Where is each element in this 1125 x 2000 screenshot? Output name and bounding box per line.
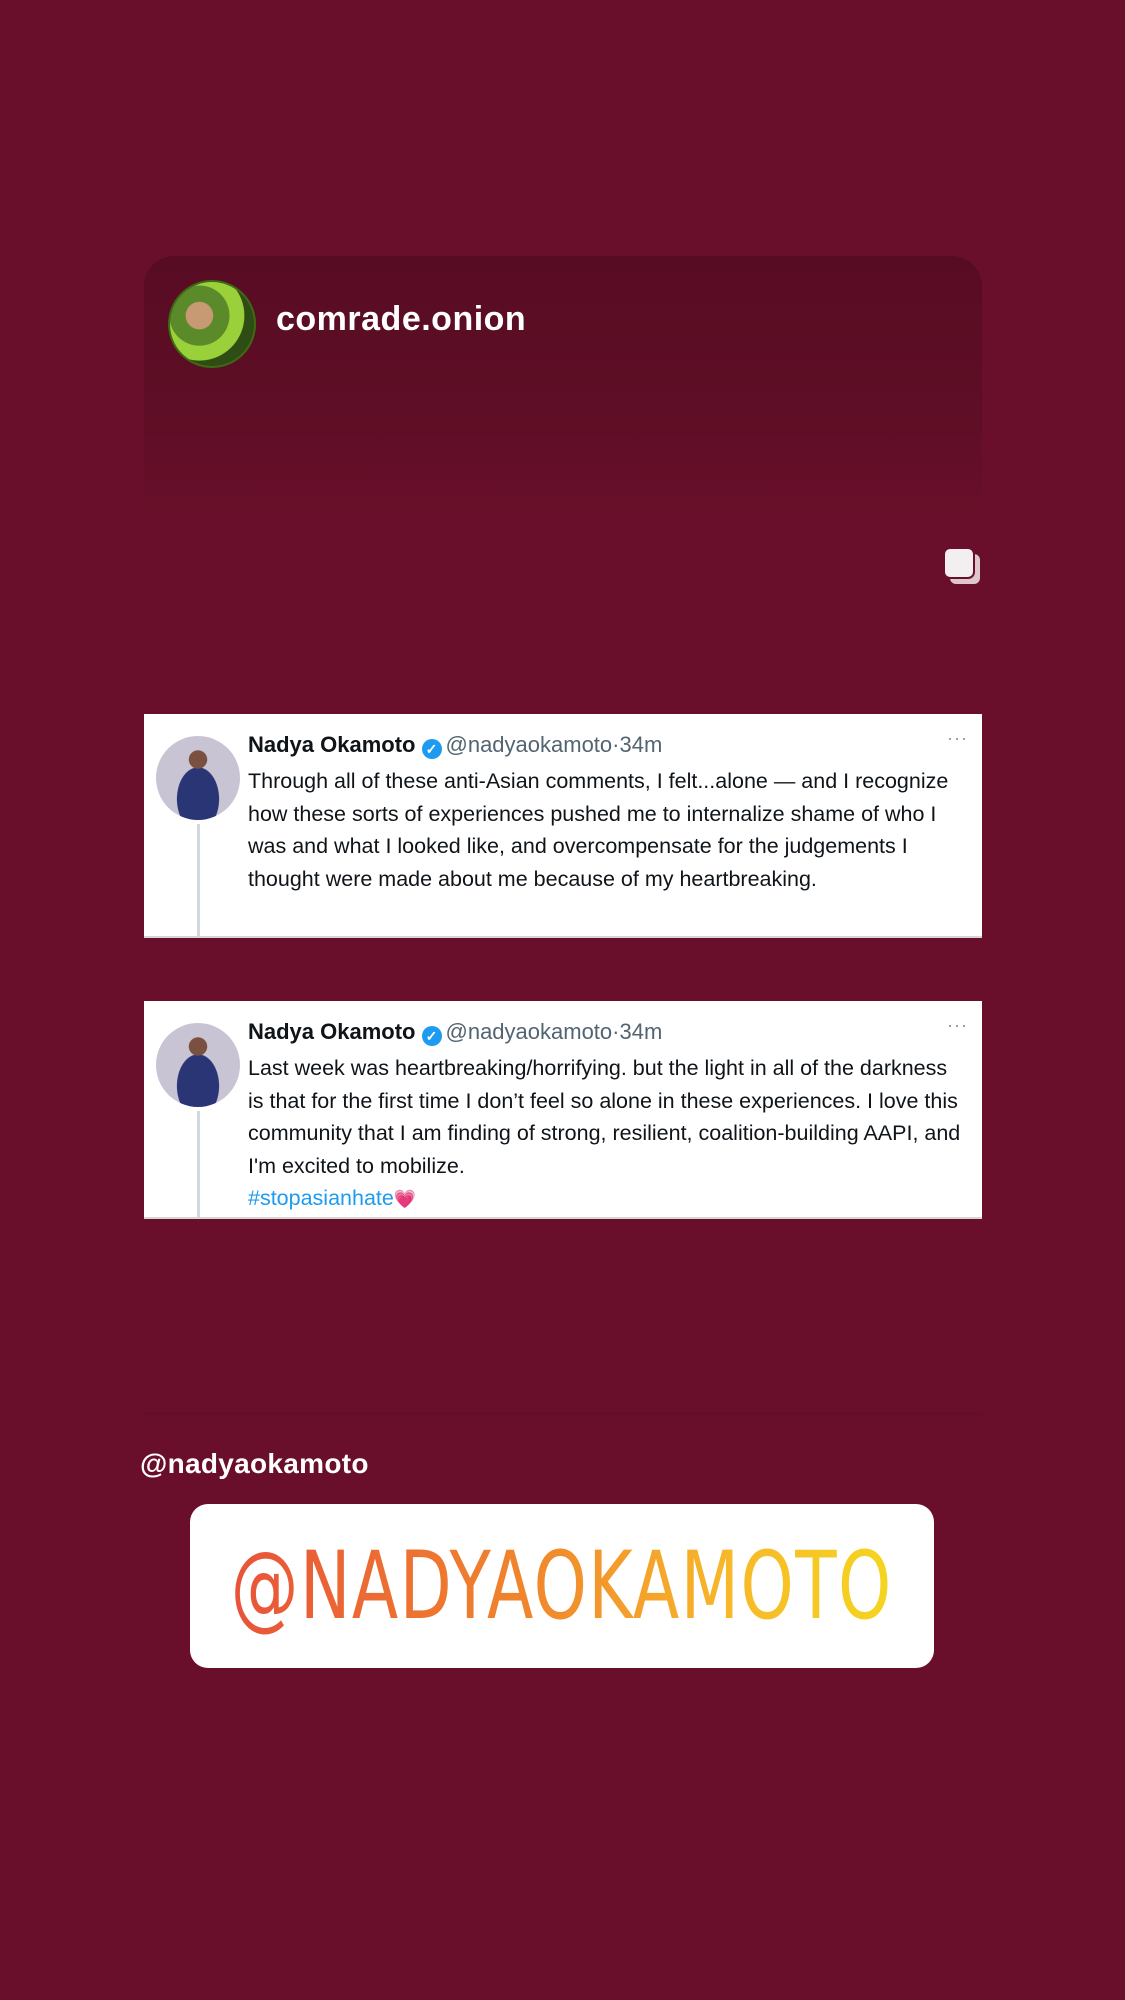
hashtag-link: #stopasianhate (248, 1186, 394, 1210)
mention-caption[interactable]: @nadyaokamoto (140, 1448, 369, 1480)
thread-line (197, 824, 200, 936)
tweet-author-name: Nadya Okamoto (248, 732, 416, 757)
profile-avatar[interactable] (168, 280, 256, 368)
tweet-timestamp: ·34m (612, 1019, 663, 1044)
thread-line (197, 1111, 200, 1217)
tweet-author-handle: @nadyaokamoto (445, 732, 613, 757)
tweet-text: Through all of these anti-Asian comments… (248, 769, 949, 891)
mention-sticker[interactable]: @NADYAOKAMOTO (190, 1504, 934, 1668)
section-divider (144, 1412, 982, 1422)
tweet-timestamp: ·34m (612, 732, 663, 757)
tweet-author-avatar (156, 1023, 240, 1107)
verified-badge-icon: ✓ (421, 1026, 442, 1046)
post-username[interactable]: comrade.onion (276, 300, 526, 339)
tweet-header: Nadya Okamoto ✓ @nadyaokamoto·34m (248, 732, 662, 759)
heart-emoji-icon: 💗 (393, 1189, 417, 1209)
tweet-author-handle: @nadyaokamoto (445, 1019, 613, 1044)
tweet-author-avatar (156, 736, 240, 820)
tweet-text-block: Last week was heartbreaking/horrifying. … (248, 1052, 968, 1216)
more-options-icon: ··· (947, 1015, 968, 1035)
carousel-icon (943, 547, 980, 584)
tweet-screenshot-1: Nadya Okamoto ✓ @nadyaokamoto·34m ··· Thro… (144, 714, 982, 938)
tweet-author-name: Nadya Okamoto (248, 1019, 416, 1044)
tweet-screenshot-2: Nadya Okamoto ✓ @nadyaokamoto·34m ··· Last… (144, 1001, 982, 1219)
verified-badge-icon: ✓ (421, 739, 442, 759)
mention-sticker-text: @NADYAOKAMOTO (231, 1531, 893, 1641)
more-options-icon: ··· (947, 728, 968, 748)
tweet-header: Nadya Okamoto ✓ @nadyaokamoto·34m (248, 1019, 662, 1046)
tweet-text: Last week was heartbreaking/horrifying. … (248, 1056, 961, 1178)
post-header-card: comrade.onion (144, 256, 982, 521)
